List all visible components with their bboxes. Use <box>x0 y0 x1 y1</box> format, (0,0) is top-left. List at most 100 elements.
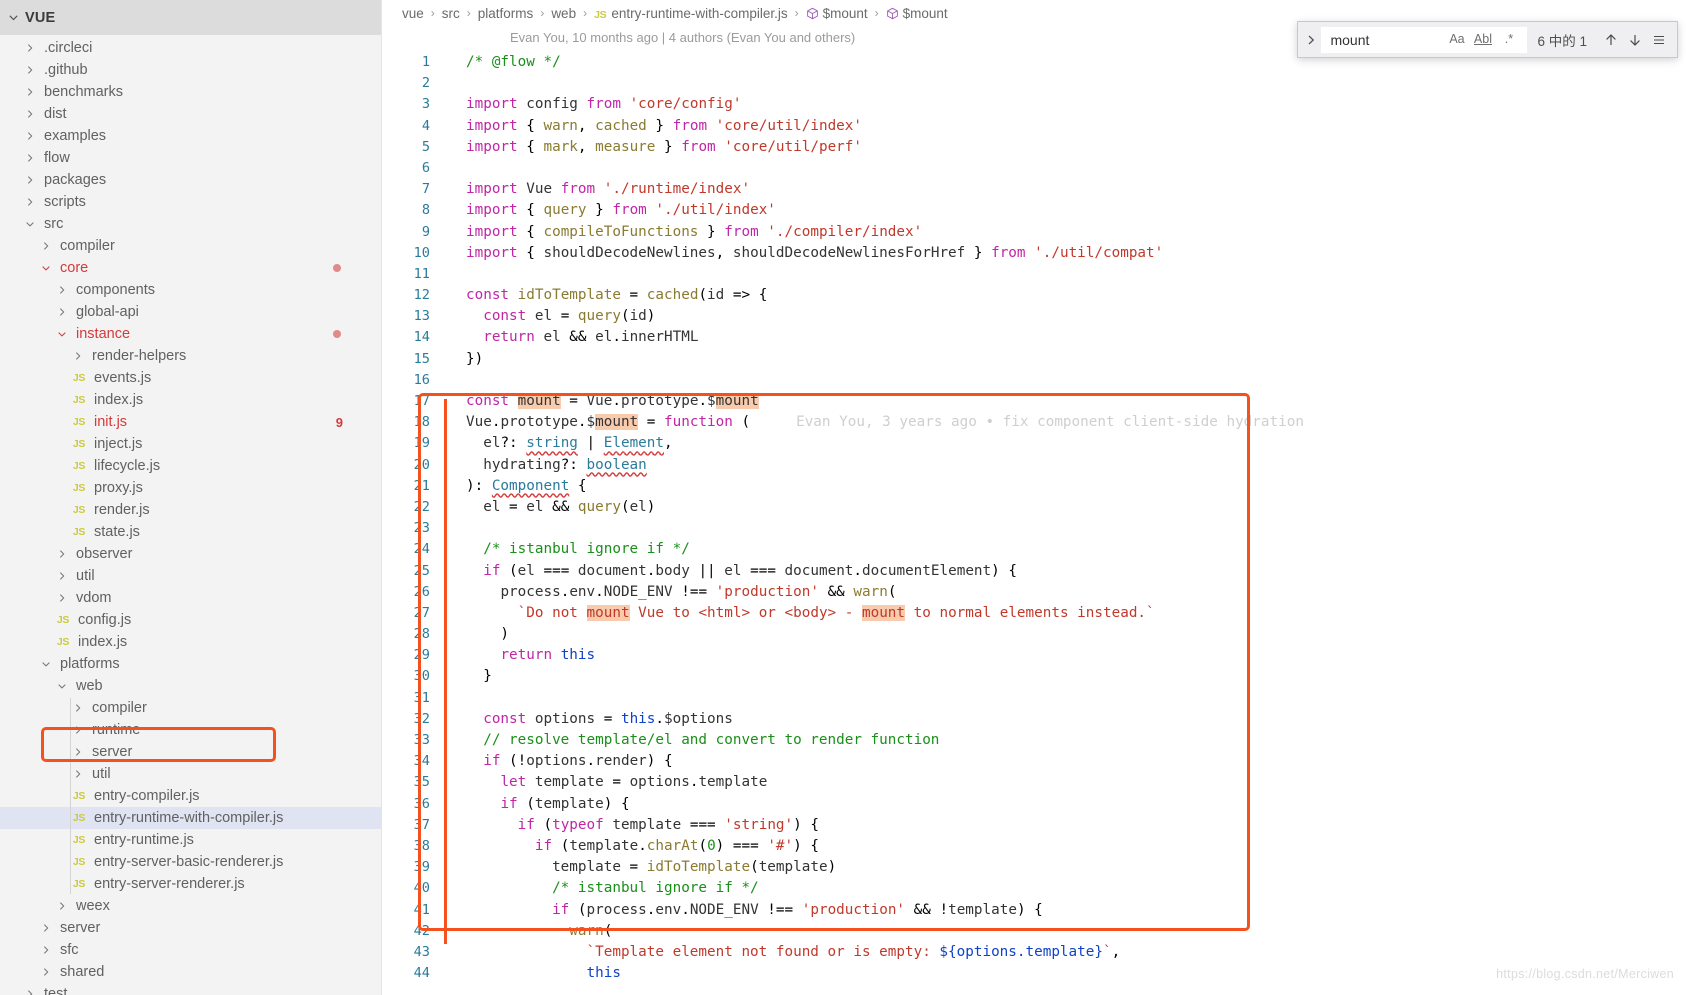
code-line[interactable]: 38 if (template.charAt(0) === '#') { <box>382 836 1686 857</box>
code-editor[interactable]: 1/* @flow */2 3 import config from 'core/c… <box>382 52 1686 984</box>
code-line[interactable]: 22 el = el && query(el) <box>382 497 1686 518</box>
tree-folder-observer[interactable]: observer <box>0 543 381 565</box>
tree-folder--github[interactable]: .github <box>0 59 381 81</box>
tree-folder-shared[interactable]: shared <box>0 961 381 983</box>
code-line[interactable]: 13 const el = query(id) <box>382 306 1686 327</box>
code-line[interactable]: 9 import { compileToFunctions } from './c… <box>382 222 1686 243</box>
tree-file-entry-compiler-js[interactable]: JS entry-compiler.js <box>0 785 381 807</box>
tree-folder-runtime[interactable]: runtime <box>0 719 381 741</box>
breadcrumb-item-1[interactable]: src <box>442 6 460 21</box>
tree-file-entry-server-renderer-js[interactable]: JS entry-server-renderer.js <box>0 873 381 895</box>
tree-folder-packages[interactable]: packages <box>0 169 381 191</box>
code-line[interactable]: 31 <box>382 688 1686 709</box>
tree-folder-test[interactable]: test <box>0 983 381 995</box>
tree-file-entry-server-basic-renderer-js[interactable]: JS entry-server-basic-renderer.js <box>0 851 381 873</box>
tree-folder--circleci[interactable]: .circleci <box>0 37 381 59</box>
code-line[interactable]: 15}) <box>382 349 1686 370</box>
code-line[interactable]: 29 return this <box>382 645 1686 666</box>
code-line[interactable]: 4 import { warn, cached } from 'core/util… <box>382 116 1686 137</box>
tree-file-entry-runtime-with-compiler-js[interactable]: JS entry-runtime-with-compiler.js <box>0 807 381 829</box>
tree-file-init-js[interactable]: JS init.js 9 <box>0 411 381 433</box>
tree-folder-examples[interactable]: examples <box>0 125 381 147</box>
tree-folder-vdom[interactable]: vdom <box>0 587 381 609</box>
tree-folder-benchmarks[interactable]: benchmarks <box>0 81 381 103</box>
tree-file-proxy-js[interactable]: JS proxy.js <box>0 477 381 499</box>
breadcrumb-item-4[interactable]: JS entry-runtime-with-compiler.js <box>594 6 788 21</box>
code-line[interactable]: 5 import { mark, measure } from 'core/uti… <box>382 137 1686 158</box>
breadcrumb-item-6[interactable]: $mount <box>886 6 948 21</box>
tree-file-entry-runtime-js[interactable]: JS entry-runtime.js <box>0 829 381 851</box>
tree-folder-instance[interactable]: instance <box>0 323 381 345</box>
code-line[interactable]: 30 } <box>382 666 1686 687</box>
code-line[interactable]: 26 process.env.NODE_ENV !== 'production'… <box>382 582 1686 603</box>
code-line[interactable]: 27 `Do not mount Vue to <html> or <body>… <box>382 603 1686 624</box>
tree-folder-util[interactable]: util <box>0 565 381 587</box>
tree-folder-render-helpers[interactable]: render-helpers <box>0 345 381 367</box>
code-line[interactable]: 7 import Vue from './runtime/index' <box>382 179 1686 200</box>
tree-folder-flow[interactable]: flow <box>0 147 381 169</box>
code-line[interactable]: 10 import { shouldDecodeNewlines, shouldD… <box>382 243 1686 264</box>
code-line[interactable]: 33 // resolve template/el and convert to… <box>382 730 1686 751</box>
tree-file-state-js[interactable]: JS state.js <box>0 521 381 543</box>
tree-folder-core[interactable]: core <box>0 257 381 279</box>
tree-folder-global-api[interactable]: global-api <box>0 301 381 323</box>
code-line[interactable]: 39 template = idToTemplate(template) <box>382 857 1686 878</box>
tree-folder-scripts[interactable]: scripts <box>0 191 381 213</box>
tree-file-lifecycle-js[interactable]: JS lifecycle.js <box>0 455 381 477</box>
breadcrumb-item-2[interactable]: platforms <box>478 6 534 21</box>
code-line[interactable]: 43 `Template element not found or is emp… <box>382 942 1686 963</box>
code-line[interactable]: 24 /* istanbul ignore if */ <box>382 539 1686 560</box>
tree-file-render-js[interactable]: JS render.js <box>0 499 381 521</box>
tree-folder-compiler[interactable]: compiler <box>0 697 381 719</box>
tree-file-index-js[interactable]: JS index.js <box>0 389 381 411</box>
breadcrumb-item-5[interactable]: $mount <box>806 6 868 21</box>
code-line[interactable]: 25 if (el === document.body || el === do… <box>382 561 1686 582</box>
search-input[interactable]: mount Aa Abl .* <box>1321 26 1528 53</box>
tree-file-inject-js[interactable]: JS inject.js <box>0 433 381 455</box>
code-line[interactable]: 3 import config from 'core/config' <box>382 94 1686 115</box>
tree-folder-compiler[interactable]: compiler <box>0 235 381 257</box>
regex-icon[interactable]: .* <box>1499 30 1518 49</box>
code-line[interactable]: 37 if (typeof template === 'string') { <box>382 815 1686 836</box>
code-line[interactable]: 21): Component { <box>382 476 1686 497</box>
code-line[interactable]: 19 el?: string | Element, <box>382 433 1686 454</box>
tree-folder-components[interactable]: components <box>0 279 381 301</box>
breadcrumb-item-3[interactable]: web <box>551 6 576 21</box>
code-line[interactable]: 35 let template = options.template <box>382 772 1686 793</box>
tree-folder-platforms[interactable]: platforms <box>0 653 381 675</box>
code-line[interactable]: 12 const idToTemplate = cached(id => { <box>382 285 1686 306</box>
tree-folder-util[interactable]: util <box>0 763 381 785</box>
code-line[interactable]: 40 /* istanbul ignore if */ <box>382 878 1686 899</box>
code-line[interactable]: 34 if (!options.render) { <box>382 751 1686 772</box>
match-case-icon[interactable]: Aa <box>1447 30 1466 49</box>
tree-folder-dist[interactable]: dist <box>0 103 381 125</box>
tree-file-index-js[interactable]: JS index.js <box>0 631 381 653</box>
tree-file-events-js[interactable]: JS events.js <box>0 367 381 389</box>
code-line[interactable]: 8 import { query } from './util/index' <box>382 200 1686 221</box>
find-widget[interactable]: mount Aa Abl .* 6 中的 1 <box>1297 21 1678 58</box>
arrow-up-icon[interactable] <box>1599 28 1623 52</box>
code-line[interactable]: 42 warn( <box>382 921 1686 942</box>
code-line[interactable]: 36 if (template) { <box>382 794 1686 815</box>
arrow-down-icon[interactable] <box>1623 28 1647 52</box>
code-line[interactable]: 16 <box>382 370 1686 391</box>
explorer-root-header[interactable]: VUE <box>0 0 381 35</box>
code-line[interactable]: 32 const options = this.$options <box>382 709 1686 730</box>
code-line[interactable]: 28 ) <box>382 624 1686 645</box>
list-icon[interactable] <box>1647 28 1671 52</box>
code-line[interactable]: 2 <box>382 73 1686 94</box>
tree-folder-server[interactable]: server <box>0 741 381 763</box>
code-line[interactable]: 6 <box>382 158 1686 179</box>
code-line[interactable]: 11 <box>382 264 1686 285</box>
tree-folder-weex[interactable]: weex <box>0 895 381 917</box>
tree-folder-server[interactable]: server <box>0 917 381 939</box>
code-line[interactable]: 14 return el && el.innerHTML <box>382 327 1686 348</box>
tree-folder-web[interactable]: web <box>0 675 381 697</box>
code-line[interactable]: 44 this <box>382 963 1686 984</box>
tree-folder-sfc[interactable]: sfc <box>0 939 381 961</box>
code-line[interactable]: 17 const mount = Vue.prototype.$mount <box>382 391 1686 412</box>
code-line[interactable]: 18 Vue.prototype.$mount = function (Evan … <box>382 412 1686 433</box>
tree-file-config-js[interactable]: JS config.js <box>0 609 381 631</box>
tree-folder-src[interactable]: src <box>0 213 381 235</box>
code-line[interactable]: 23 <box>382 518 1686 539</box>
